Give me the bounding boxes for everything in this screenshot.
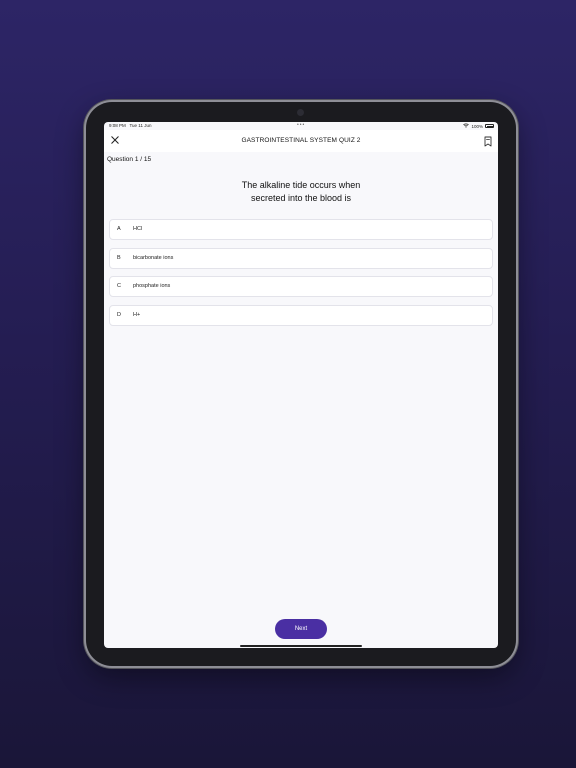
next-button[interactable]: Next <box>275 619 327 639</box>
answer-option-b[interactable]: B bicarbonate ions <box>109 247 493 269</box>
bookmark-icon <box>484 136 492 147</box>
status-bar: 9:08 PM Tue 11 Jun ••• 100% <box>104 122 498 130</box>
answer-option-c[interactable]: C phosphate ions <box>109 276 493 297</box>
quiz-title: GASTROINTESTINAL SYSTEM QUIZ 2 <box>241 137 361 144</box>
battery-icon <box>485 124 494 128</box>
status-time-date: 9:08 PM Tue 11 Jun <box>109 123 151 128</box>
option-text: H+ <box>133 311 141 318</box>
answer-option-d[interactable]: D H+ <box>109 304 493 326</box>
option-text: phosphate ions <box>133 283 171 289</box>
answer-options: A HCl B bicarbonate ions C phosphate ion… <box>109 219 493 333</box>
option-letter: D <box>117 311 121 318</box>
question-text: The alkaline tide occurs when secreted i… <box>241 180 361 203</box>
wifi-icon <box>463 123 470 129</box>
bookmark-button[interactable] <box>483 134 495 147</box>
option-letter: A <box>117 226 121 232</box>
app-screen: 9:08 PM Tue 11 Jun ••• 100% GASTROINTEST… <box>104 122 498 648</box>
camera <box>297 109 304 116</box>
navigation-bar: GASTROINTESTINAL SYSTEM QUIZ 2 <box>104 130 498 152</box>
option-text: HCl <box>133 226 143 232</box>
battery-percent: 100% <box>471 123 483 129</box>
home-indicator[interactable] <box>240 645 362 647</box>
status-indicators: 100% <box>463 123 494 129</box>
option-letter: C <box>117 283 121 289</box>
status-time: 9:08 PM <box>109 123 126 128</box>
question-counter: Question 1 / 15 <box>107 156 152 163</box>
answer-option-a[interactable]: A HCl <box>109 219 493 240</box>
option-letter: B <box>117 254 121 261</box>
option-text: bicarbonate ions <box>133 254 174 261</box>
status-date: Tue 11 Jun <box>129 123 152 128</box>
multitasking-dots[interactable]: ••• <box>297 122 305 128</box>
tablet-frame: 9:08 PM Tue 11 Jun ••• 100% GASTROINTEST… <box>86 102 516 666</box>
